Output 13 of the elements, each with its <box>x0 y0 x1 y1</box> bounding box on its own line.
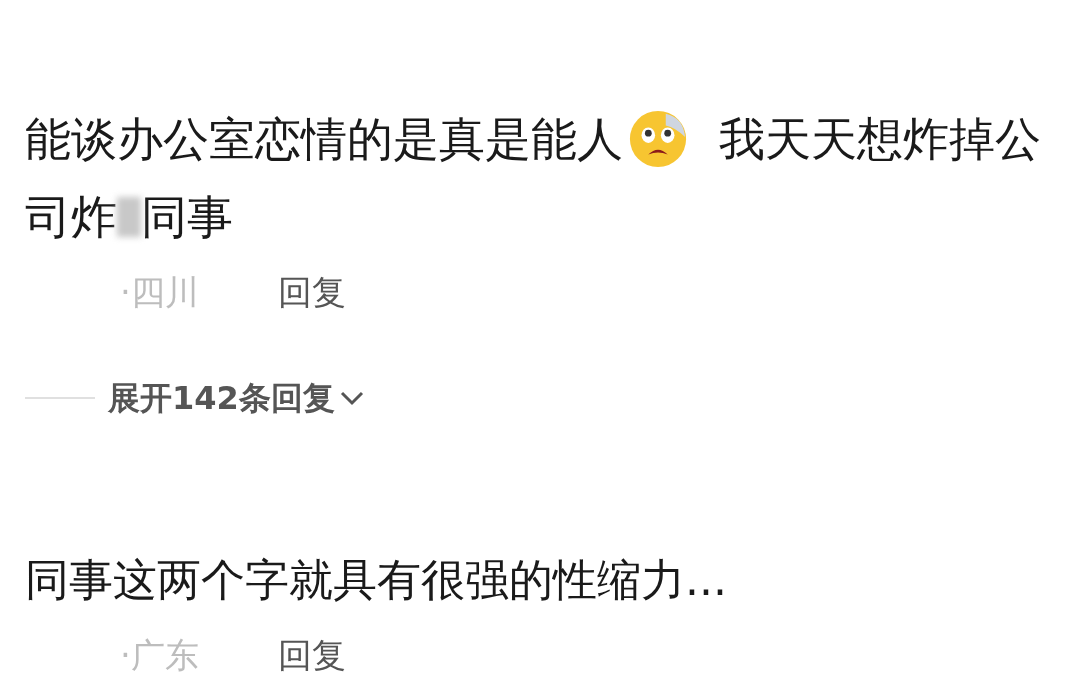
location-text: ·四川 <box>120 270 200 314</box>
location-text: ·广东 <box>120 633 200 677</box>
comment-text: 我天天想炸掉公 <box>719 110 1041 168</box>
reply-link[interactable]: 回复 <box>278 266 346 318</box>
worried-face-icon <box>627 108 689 170</box>
chevron-down-icon <box>338 390 365 406</box>
comment-text: 能谈办公室恋情的是真是能人 <box>25 110 623 168</box>
comment-text: 同事这两个字就具有很强的性缩力... <box>25 553 727 607</box>
comment-text: 司炸 <box>25 188 117 246</box>
expand-replies-button[interactable]: 展开142条回复 <box>108 374 365 422</box>
censored-blur <box>117 197 141 237</box>
comment-text: 同事 <box>141 188 233 246</box>
reply-link[interactable]: 回复 <box>278 629 346 681</box>
